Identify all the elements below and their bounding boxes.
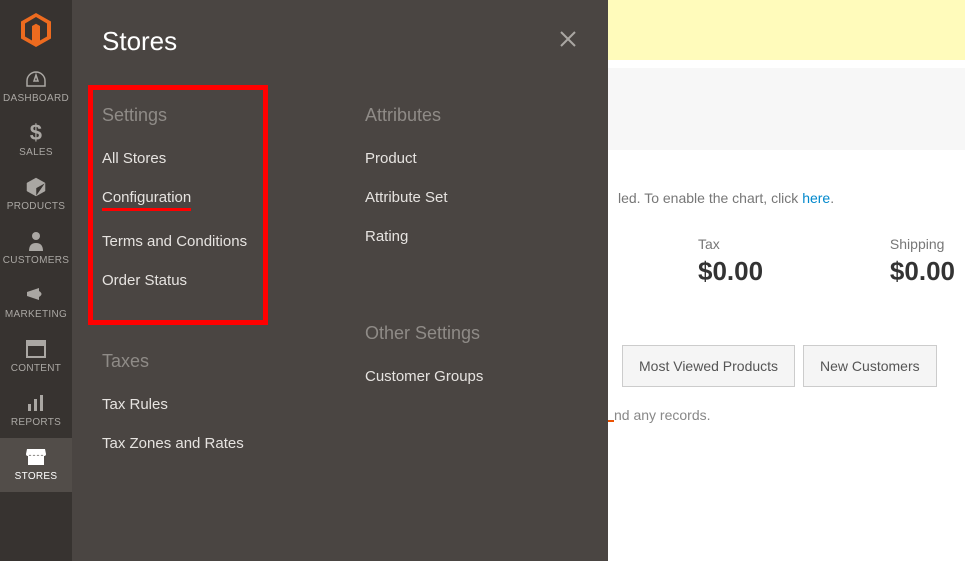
nav-label: CUSTOMERS bbox=[3, 255, 69, 266]
nav-products[interactable]: PRODUCTS bbox=[0, 168, 72, 222]
stat-tax: Tax $0.00 bbox=[698, 236, 763, 287]
stat-label: Shipping bbox=[890, 236, 955, 252]
dashboard-background: led. To enable the chart, click here. Ta… bbox=[608, 0, 965, 561]
person-icon bbox=[24, 230, 48, 252]
menu-rating[interactable]: Rating bbox=[365, 228, 408, 245]
enable-chart-link[interactable]: here bbox=[802, 190, 830, 206]
group-title-taxes: Taxes bbox=[102, 351, 315, 372]
megaphone-icon bbox=[24, 284, 48, 306]
flyout-title: Stores bbox=[102, 26, 177, 57]
nav-label: REPORTS bbox=[11, 417, 61, 428]
group-title-other: Other Settings bbox=[365, 323, 578, 344]
nav-label: MARKETING bbox=[5, 309, 67, 320]
magento-logo[interactable] bbox=[0, 0, 72, 60]
storefront-icon bbox=[24, 446, 48, 468]
admin-sidebar: DASHBOARD $ SALES PRODUCTS CUSTOMERS MAR… bbox=[0, 0, 72, 561]
notice-bar bbox=[608, 0, 965, 60]
flyout-col-right: Attributes Product Attribute Set Rating … bbox=[365, 105, 578, 514]
close-button[interactable] bbox=[558, 29, 578, 54]
nav-stores[interactable]: STORES bbox=[0, 438, 72, 492]
no-records-message: nd any records. bbox=[608, 387, 965, 423]
nav-sales[interactable]: $ SALES bbox=[0, 114, 72, 168]
nav-label: CONTENT bbox=[11, 363, 61, 374]
layout-icon bbox=[24, 338, 48, 360]
menu-product[interactable]: Product bbox=[365, 150, 417, 167]
dashboard-icon bbox=[24, 68, 48, 90]
dollar-icon: $ bbox=[24, 122, 48, 144]
menu-all-stores[interactable]: All Stores bbox=[102, 150, 166, 167]
stat-label: Tax bbox=[698, 236, 763, 252]
nav-label: DASHBOARD bbox=[3, 93, 69, 104]
nav-label: STORES bbox=[15, 471, 58, 482]
chart-disabled-message: led. To enable the chart, click here. bbox=[608, 150, 965, 216]
stat-value: $0.00 bbox=[890, 256, 955, 287]
nav-content[interactable]: CONTENT bbox=[0, 330, 72, 384]
menu-terms-conditions[interactable]: Terms and Conditions bbox=[102, 233, 247, 250]
nav-marketing[interactable]: MARKETING bbox=[0, 276, 72, 330]
menu-order-status[interactable]: Order Status bbox=[102, 272, 187, 289]
stores-flyout: Stores Settings All Stores Configuration… bbox=[72, 0, 608, 561]
menu-tax-rules[interactable]: Tax Rules bbox=[102, 396, 168, 413]
tab-new-customers[interactable]: New Customers bbox=[803, 345, 937, 387]
stat-shipping: Shipping $0.00 bbox=[890, 236, 955, 287]
nav-label: PRODUCTS bbox=[7, 201, 66, 212]
group-title-settings: Settings bbox=[102, 105, 315, 126]
menu-tax-zones[interactable]: Tax Zones and Rates bbox=[102, 435, 244, 452]
group-title-attributes: Attributes bbox=[365, 105, 578, 126]
nav-customers[interactable]: CUSTOMERS bbox=[0, 222, 72, 276]
nav-dashboard[interactable]: DASHBOARD bbox=[0, 60, 72, 114]
menu-customer-groups[interactable]: Customer Groups bbox=[365, 368, 483, 385]
menu-configuration[interactable]: Configuration bbox=[102, 189, 191, 211]
nav-label: SALES bbox=[19, 147, 53, 158]
header-strip bbox=[608, 68, 965, 150]
stat-value: $0.00 bbox=[698, 256, 763, 287]
flyout-col-left: Settings All Stores Configuration Terms … bbox=[102, 105, 315, 514]
tab-most-viewed[interactable]: Most Viewed Products bbox=[622, 345, 795, 387]
active-tab-indicator bbox=[608, 420, 614, 422]
bars-icon bbox=[24, 392, 48, 414]
cube-icon bbox=[24, 176, 48, 198]
nav-reports[interactable]: REPORTS bbox=[0, 384, 72, 438]
menu-attribute-set[interactable]: Attribute Set bbox=[365, 189, 448, 206]
